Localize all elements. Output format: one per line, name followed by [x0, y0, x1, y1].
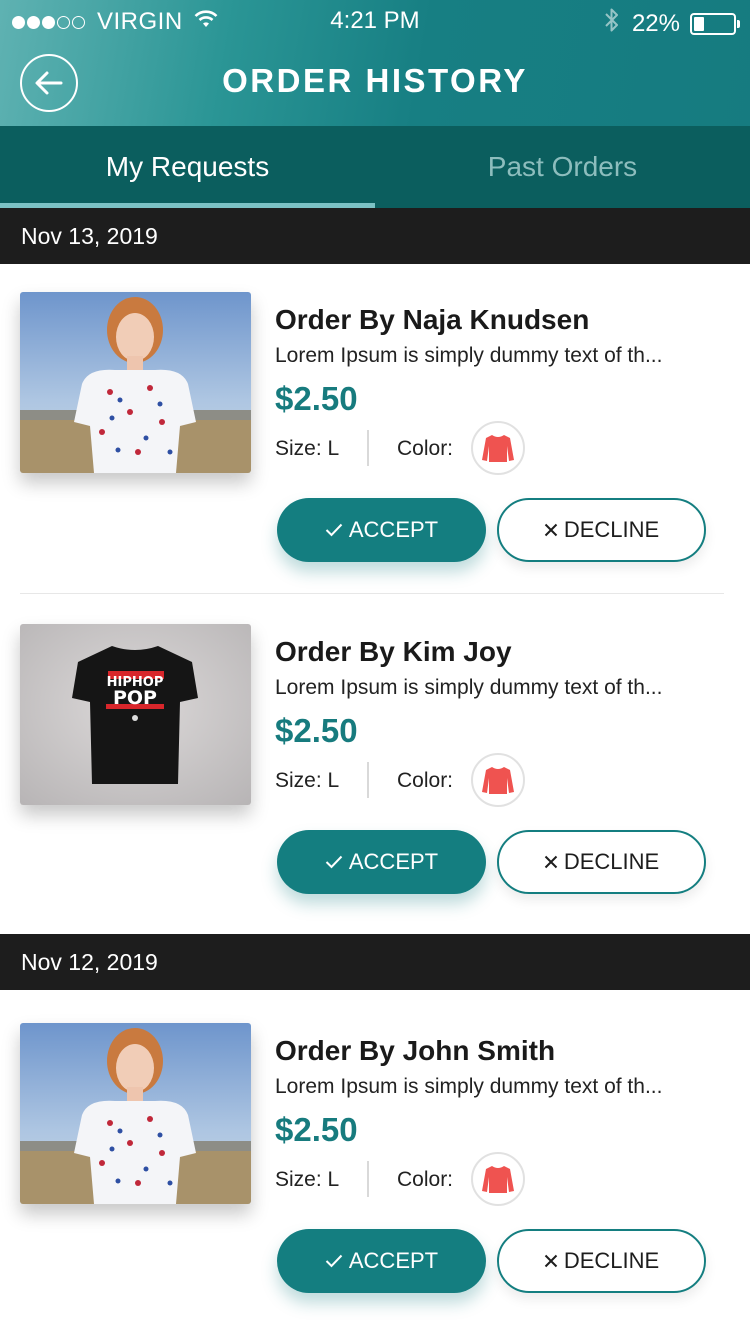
order-size: Size: L — [275, 769, 340, 792]
order-description: Lorem Ipsum is simply dummy text of th..… — [275, 344, 663, 367]
product-image[interactable] — [20, 1023, 251, 1204]
bluetooth-icon — [604, 7, 620, 40]
item-divider — [20, 593, 724, 594]
color-swatch — [471, 753, 525, 807]
decline-label: DECLINE — [563, 849, 660, 874]
order-price: $2.50 — [275, 380, 358, 417]
accept-button[interactable]: ACCEPT — [277, 498, 486, 562]
order-price: $2.50 — [275, 712, 358, 749]
attribute-divider — [367, 430, 369, 466]
date-header: Nov 13, 2019 — [0, 208, 750, 264]
decline-button[interactable]: DECLINE — [497, 498, 706, 562]
order-title: Order By Naja Knudsen — [275, 304, 590, 335]
close-icon — [544, 523, 558, 537]
order-price: $2.50 — [275, 1111, 358, 1148]
page-title: ORDER HISTORY — [222, 62, 528, 99]
accept-button[interactable]: ACCEPT — [277, 1229, 486, 1293]
attribute-divider — [367, 762, 369, 798]
tab-past-orders[interactable]: Past Orders — [375, 126, 750, 208]
close-icon — [544, 1254, 558, 1268]
product-image[interactable] — [20, 292, 251, 473]
tab-bar: My Requests Past Orders — [0, 126, 750, 208]
close-icon — [544, 855, 558, 869]
order-description: Lorem Ipsum is simply dummy text of th..… — [275, 1075, 663, 1098]
status-right: 22% — [604, 7, 740, 40]
battery-percent: 22% — [631, 9, 680, 37]
color-swatch — [471, 1152, 525, 1206]
accept-label: ACCEPT — [348, 849, 439, 874]
order-size: Size: L — [275, 1168, 340, 1191]
order-title: Order By John Smith — [275, 1035, 556, 1066]
accept-button[interactable]: ACCEPT — [277, 830, 486, 894]
order-color-label: Color: — [397, 437, 454, 460]
shirt-print: HIPHOP POP — [102, 676, 168, 708]
order-description: Lorem Ipsum is simply dummy text of th..… — [275, 676, 663, 699]
order-title: Order By Kim Joy — [275, 636, 512, 667]
order-color-label: Color: — [397, 1168, 454, 1191]
tab-my-requests[interactable]: My Requests — [0, 126, 375, 208]
sweater-icon — [482, 767, 514, 794]
accept-label: ACCEPT — [348, 1248, 439, 1273]
product-image[interactable]: HIPHOP POP — [20, 624, 251, 805]
decline-label: DECLINE — [563, 1248, 660, 1273]
order-color-label: Color: — [397, 769, 454, 792]
order-size: Size: L — [275, 437, 340, 460]
check-icon — [325, 1254, 343, 1268]
sweater-icon — [482, 1166, 514, 1193]
date-header: Nov 12, 2019 — [0, 934, 750, 990]
decline-button[interactable]: DECLINE — [497, 1229, 706, 1293]
sweater-icon — [482, 435, 514, 462]
nav-bar: ORDER HISTORY — [0, 40, 750, 126]
status-bar: VIRGIN 4:21 PM 22% — [0, 0, 750, 40]
check-icon — [325, 523, 343, 537]
shirt-text-bottom: POP — [112, 687, 157, 709]
color-swatch — [471, 421, 525, 475]
check-icon — [325, 855, 343, 869]
attribute-divider — [367, 1161, 369, 1197]
accept-label: ACCEPT — [348, 517, 439, 542]
battery-icon — [690, 12, 740, 35]
decline-button[interactable]: DECLINE — [497, 830, 706, 894]
decline-label: DECLINE — [563, 517, 660, 542]
